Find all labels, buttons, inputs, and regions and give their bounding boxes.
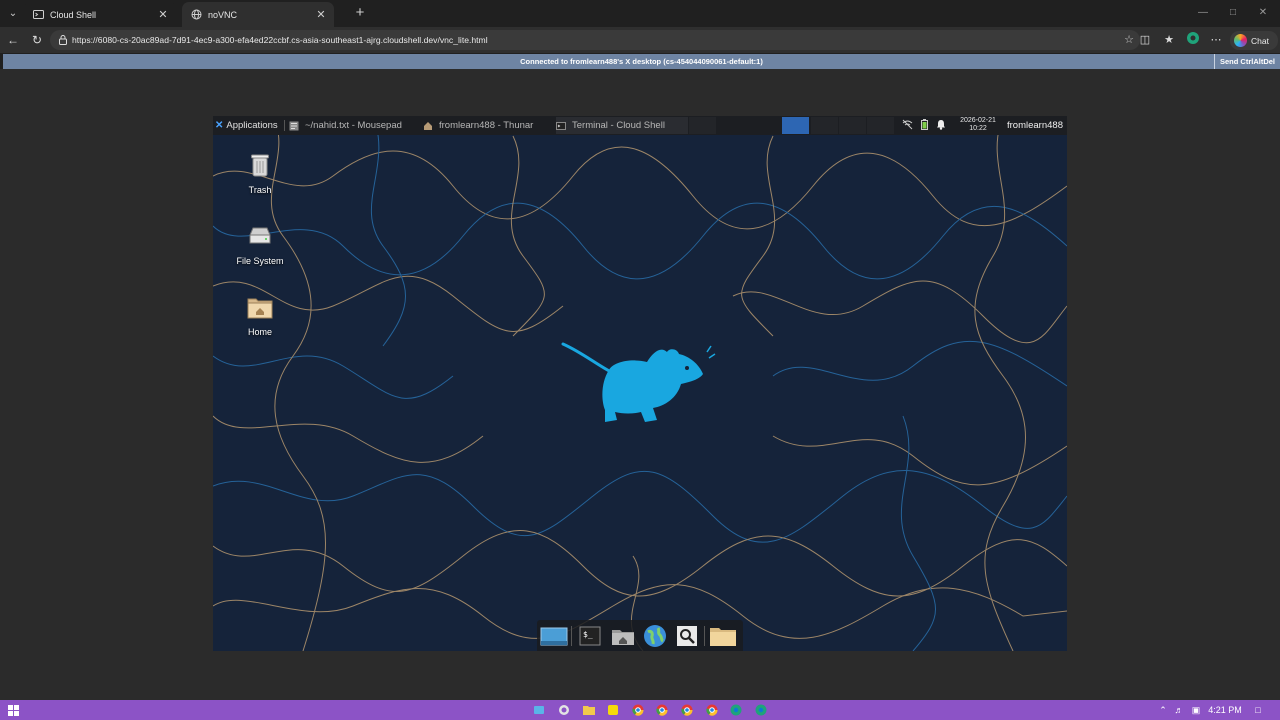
app-finder-icon[interactable] bbox=[673, 624, 701, 648]
extension-icon[interactable] bbox=[1184, 31, 1202, 49]
browser-toolbar: ← ↻ https://6080-cs-20ac89ad-7d91-4ec9-a… bbox=[0, 27, 1280, 53]
task-button-mousepad[interactable]: ~/nahid.txt - Mousepad bbox=[289, 117, 402, 134]
panel-separator bbox=[284, 120, 285, 131]
start-windows-icon[interactable] bbox=[6, 703, 20, 717]
drive-icon bbox=[249, 227, 271, 244]
desktop-icon-trash[interactable]: Trash bbox=[230, 150, 290, 195]
workspace-6[interactable] bbox=[839, 117, 866, 134]
workspace-1[interactable] bbox=[689, 117, 716, 134]
terminal-icon[interactable]: $_ bbox=[576, 624, 604, 648]
xfce-mouse-logo bbox=[561, 342, 716, 422]
applications-menu-button[interactable]: ✕ Applications bbox=[215, 116, 278, 135]
tab-close-icon[interactable]: ✕ bbox=[314, 8, 328, 21]
tab-title: Cloud Shell bbox=[50, 9, 97, 20]
copilot-chat-button[interactable]: Chat bbox=[1230, 31, 1278, 50]
desktop-icon-file-system[interactable]: File System bbox=[230, 221, 290, 266]
chrome-icon[interactable] bbox=[631, 703, 645, 717]
remote-desktop[interactable]: ✕ Applications ~/nahid.txt - Mousepad fr… bbox=[213, 116, 1067, 651]
connection-status: Connected to fromlearn488's X desktop (c… bbox=[520, 57, 763, 66]
workspace-4-active[interactable] bbox=[782, 117, 809, 134]
task-view-icon[interactable] bbox=[532, 703, 546, 717]
notification-center-icon[interactable]: □ bbox=[1250, 700, 1266, 720]
workspace-7[interactable] bbox=[867, 117, 894, 134]
desktop-icon-label: Home bbox=[247, 327, 272, 337]
tab-cloud-shell[interactable]: Cloud Shell ✕ bbox=[24, 2, 176, 27]
svg-text:$_: $_ bbox=[583, 630, 593, 639]
task-title: Terminal - Cloud Shell bbox=[572, 120, 665, 131]
favorite-star-icon[interactable]: ☆ bbox=[1124, 31, 1134, 49]
applications-label: Applications bbox=[226, 120, 278, 131]
terminal-icon bbox=[556, 121, 566, 130]
chat-label: Chat bbox=[1251, 35, 1269, 46]
clock-time: 10:22 bbox=[969, 125, 987, 132]
trash-icon bbox=[251, 154, 269, 177]
task-title: fromlearn488 - Thunar bbox=[439, 120, 534, 131]
edge-icon[interactable] bbox=[754, 703, 768, 717]
task-title: ~/nahid.txt - Mousepad bbox=[305, 120, 402, 131]
tab-close-icon[interactable]: ✕ bbox=[156, 8, 170, 21]
tab-list-chevron-icon[interactable]: ⌄ bbox=[4, 5, 22, 23]
task-button-thunar[interactable]: fromlearn488 - Thunar bbox=[423, 117, 533, 134]
workspace-3[interactable] bbox=[753, 117, 780, 134]
network-disconnected-icon[interactable] bbox=[901, 119, 913, 132]
send-ctrl-alt-del-button[interactable]: Send CtrlAltDel bbox=[1213, 54, 1280, 69]
notifications-bell-icon[interactable] bbox=[935, 119, 947, 132]
file-manager-icon[interactable] bbox=[609, 624, 637, 648]
show-hidden-icons-chevron-icon[interactable]: ⌃ bbox=[1157, 700, 1169, 720]
mousepad-icon bbox=[289, 121, 299, 130]
panel-clock[interactable]: 2026-02-21 10:22 bbox=[952, 117, 1004, 133]
sticky-notes-icon[interactable] bbox=[606, 703, 620, 717]
reload-icon[interactable]: ↻ bbox=[28, 31, 46, 49]
chrome-icon[interactable] bbox=[655, 703, 669, 717]
favorites-icon[interactable]: ★ bbox=[1160, 31, 1178, 49]
taskbar-clock[interactable]: 4:21 PM bbox=[1208, 700, 1242, 720]
tab-title: noVNC bbox=[208, 9, 238, 20]
show-desktop-icon[interactable] bbox=[540, 624, 568, 648]
home-folder-icon bbox=[424, 121, 432, 130]
chrome-icon[interactable] bbox=[705, 703, 719, 717]
copilot-icon bbox=[1234, 34, 1247, 47]
copilot-taskbar-icon[interactable] bbox=[557, 703, 571, 717]
browser-tab-strip: ⌄ Cloud Shell ✕ noVNC ✕ + — □ ✕ bbox=[0, 0, 1280, 27]
minimize-icon[interactable]: — bbox=[1188, 5, 1218, 21]
windows-taskbar: ⌃ ♬ ▣ 4:21 PM □ bbox=[0, 700, 1280, 720]
network-icon[interactable]: ▣ bbox=[1189, 700, 1203, 720]
xfce-top-panel: ✕ Applications ~/nahid.txt - Mousepad fr… bbox=[213, 116, 1067, 135]
home-folder-icon bbox=[247, 298, 273, 319]
file-explorer-icon[interactable] bbox=[582, 703, 596, 717]
dock-separator bbox=[704, 626, 705, 646]
desktop-icon-label: Trash bbox=[248, 185, 272, 195]
volume-icon[interactable]: ♬ bbox=[1173, 700, 1185, 720]
folder-icon[interactable] bbox=[709, 624, 737, 648]
close-window-icon[interactable]: ✕ bbox=[1248, 5, 1278, 21]
battery-icon[interactable] bbox=[918, 119, 930, 132]
edge-icon[interactable] bbox=[729, 703, 743, 717]
site-info-icon[interactable] bbox=[57, 34, 69, 46]
address-bar[interactable]: https://6080-cs-20ac89ad-7d91-4ec9-a300-… bbox=[50, 30, 1140, 50]
clock-date: 2026-02-21 bbox=[960, 117, 996, 124]
url-text: https://6080-cs-20ac89ad-7d91-4ec9-a300-… bbox=[72, 35, 488, 45]
user-menu[interactable]: fromlearn488 bbox=[1007, 116, 1063, 135]
more-options-icon[interactable]: ⋯ bbox=[1207, 31, 1225, 49]
split-screen-icon[interactable]: ◫ bbox=[1136, 31, 1154, 49]
chrome-icon[interactable] bbox=[680, 703, 694, 717]
workspace-5[interactable] bbox=[811, 117, 838, 134]
novnc-status-bar: Connected to fromlearn488's X desktop (c… bbox=[3, 54, 1280, 69]
desktop-icon-home[interactable]: Home bbox=[230, 292, 290, 337]
xfce-dock: $_ bbox=[537, 620, 743, 651]
tab-novnc[interactable]: noVNC ✕ bbox=[182, 2, 334, 27]
task-button-terminal[interactable]: Terminal - Cloud Shell bbox=[556, 117, 688, 134]
web-browser-icon[interactable] bbox=[641, 624, 669, 648]
desktop-icon-label: File System bbox=[236, 256, 284, 266]
cloud-shell-icon bbox=[33, 10, 44, 19]
xfce-logo-icon: ✕ bbox=[215, 120, 224, 131]
dock-separator bbox=[571, 626, 572, 646]
maximize-icon[interactable]: □ bbox=[1218, 5, 1248, 21]
workspace-2[interactable] bbox=[717, 117, 744, 134]
new-tab-plus-icon[interactable]: + bbox=[351, 4, 369, 22]
back-arrow-icon[interactable]: ← bbox=[4, 31, 22, 49]
globe-icon bbox=[191, 9, 202, 20]
